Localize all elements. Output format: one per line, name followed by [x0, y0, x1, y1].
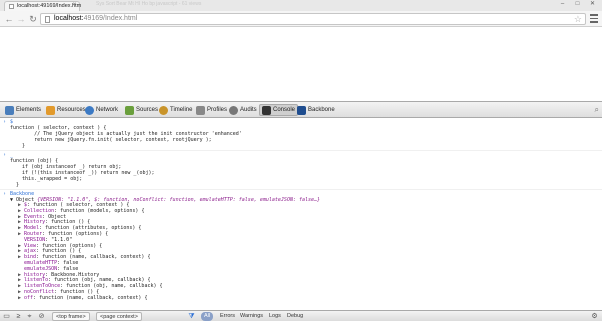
- tab-elements[interactable]: Elements: [3, 104, 43, 116]
- url-path: 49169/Index.html: [83, 15, 138, 22]
- frame-select[interactable]: <top frame>: [52, 312, 90, 321]
- devtools-status-bar: ▭ ≥ ⌖ ⊘ <top frame> <page context> ⧩ All…: [0, 310, 602, 321]
- browser-toolbar: ← → ↻ localhost:49169/Index.html ☆: [0, 11, 602, 27]
- prompt-chevron-icon: ›: [3, 191, 7, 197]
- backbone-icon: [297, 105, 306, 115]
- prompt-chevron-icon: ›: [3, 152, 7, 158]
- console-entry: › Backbone ▼ Object {VERSION: "1.1.0", $…: [0, 190, 602, 303]
- reload-icon[interactable]: ↻: [27, 13, 39, 25]
- property-key: off: [24, 294, 34, 301]
- network-icon: [85, 105, 94, 115]
- search-icon[interactable]: ⌕: [595, 105, 599, 115]
- inspect-icon[interactable]: ⌖: [25, 312, 34, 321]
- console-output-line: }: [10, 143, 26, 149]
- background-tab-title: Sys Sort Bear Mt HI Ho bp javascript - 6…: [96, 1, 202, 7]
- tab-label: Audits: [240, 107, 257, 113]
- console-panel[interactable]: › $ function ( selector, context ) { // …: [0, 118, 602, 310]
- resources-icon: [46, 105, 55, 115]
- filter-logs[interactable]: Logs: [269, 312, 281, 321]
- tab-label: Network: [96, 107, 119, 113]
- property-value: : function (name, callback, context) {: [33, 294, 148, 301]
- maximize-button[interactable]: □: [570, 0, 585, 9]
- sources-icon: [125, 105, 134, 115]
- tab-sources[interactable]: Sources: [123, 104, 160, 116]
- filter-warnings[interactable]: Warnings: [240, 312, 263, 321]
- tab-strip: localhost:49169/Index.htm × Sys Sort Bea…: [0, 0, 602, 11]
- profiles-icon: [196, 105, 205, 115]
- bookmark-star-icon[interactable]: ☆: [574, 14, 582, 25]
- filter-all[interactable]: All: [201, 312, 214, 321]
- tab-label: Resources: [57, 107, 86, 113]
- browser-tab[interactable]: localhost:49169/Index.htm ×: [4, 1, 81, 11]
- audits-icon: [229, 105, 238, 115]
- tab-resources[interactable]: Resources: [44, 104, 88, 116]
- forward-arrow-icon[interactable]: →: [15, 13, 27, 25]
- property-value: : function (models, options) {: [54, 207, 145, 214]
- tab-close-icon[interactable]: ×: [72, 2, 76, 8]
- elements-icon: [5, 105, 14, 115]
- page-favicon-icon: [9, 4, 14, 9]
- context-select[interactable]: <page context>: [96, 312, 142, 321]
- prompt-chevron-icon: ›: [3, 119, 7, 125]
- dock-icon[interactable]: ▭: [2, 312, 11, 321]
- tab-label: Console: [273, 107, 296, 113]
- close-window-button[interactable]: ✕: [585, 0, 600, 9]
- tab-label: Elements: [16, 107, 42, 113]
- tab-label: Profiles: [207, 107, 228, 113]
- console-entry: › _ function (obj) { if (obj instanceof …: [0, 151, 602, 190]
- tab-profiles[interactable]: Profiles: [194, 104, 229, 116]
- window-controls: – □ ✕: [555, 0, 600, 9]
- filter-icon[interactable]: ⧩: [187, 312, 196, 321]
- tab-network[interactable]: Network: [83, 104, 120, 116]
- gear-icon[interactable]: ⚙: [590, 312, 599, 321]
- console-icon: [262, 105, 271, 115]
- console-output-line: }: [10, 182, 20, 188]
- tab-timeline[interactable]: Timeline: [157, 104, 194, 116]
- tab-label: Backbone: [308, 107, 335, 113]
- filter-debug[interactable]: Debug: [287, 312, 303, 321]
- minimize-button[interactable]: –: [555, 0, 570, 9]
- address-bar[interactable]: localhost:49169/Index.html ☆: [40, 13, 586, 25]
- url-host: localhost:: [54, 15, 84, 22]
- tab-audits[interactable]: Audits: [227, 104, 259, 116]
- timeline-icon: [159, 105, 168, 115]
- console-entry: › $ function ( selector, context ) { // …: [0, 118, 602, 151]
- url-text[interactable]: localhost:49169/Index.html: [54, 15, 137, 22]
- tab-label: Timeline: [170, 107, 193, 113]
- filter-errors[interactable]: Errors: [220, 312, 235, 321]
- object-property-row[interactable]: ▶ off: function (name, callback, context…: [18, 294, 602, 302]
- clear-console-icon[interactable]: ⊘: [37, 312, 46, 321]
- chrome-menu-icon[interactable]: [590, 14, 598, 23]
- show-drawer-icon[interactable]: ≥: [14, 312, 23, 321]
- back-arrow-icon[interactable]: ←: [3, 13, 15, 25]
- tab-backbone[interactable]: Backbone: [295, 104, 337, 116]
- object-properties: ▶ $: function ( selector, context ) {▶ C…: [10, 202, 602, 302]
- tab-console[interactable]: Console: [259, 104, 299, 116]
- page-icon: [45, 16, 50, 23]
- tab-label: Sources: [136, 107, 159, 113]
- devtools-tab-bar: Elements Resources Network Sources Timel…: [0, 101, 602, 118]
